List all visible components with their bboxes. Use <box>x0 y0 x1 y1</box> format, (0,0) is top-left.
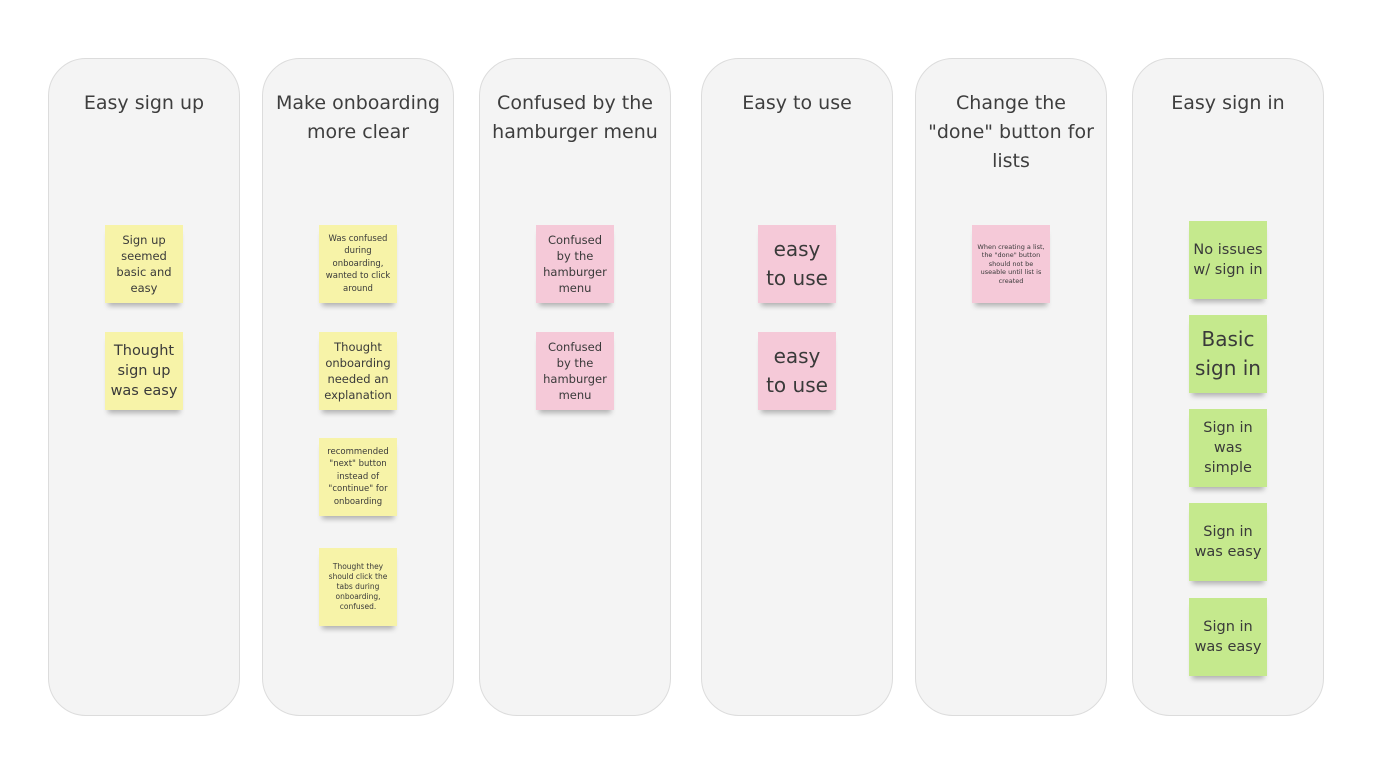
sticky-note[interactable]: No issues w/ sign in <box>1189 221 1267 299</box>
sticky-note[interactable]: Sign in was easy <box>1189 503 1267 581</box>
sticky-note[interactable]: Confused by the hamburger menu <box>536 225 614 303</box>
sticky-note[interactable]: Sign in was simple <box>1189 409 1267 487</box>
sticky-note-text: No issues w/ sign in <box>1193 242 1263 278</box>
sticky-note-text: easy to use <box>766 344 828 397</box>
column-title: Make onboarding more clear <box>275 92 440 143</box>
sticky-note-text: easy to use <box>766 237 828 290</box>
sticky-note[interactable]: Was confused during onboarding, wanted t… <box>319 225 397 303</box>
column-confused-by-hamburger-menu[interactable]: Confused by the hamburger menu Confused … <box>479 58 671 716</box>
sticky-note[interactable]: easy to use <box>758 332 836 410</box>
sticky-note[interactable]: When creating a list, the "done" button … <box>972 225 1050 303</box>
sticky-note-text: Sign in was easy <box>1194 619 1262 655</box>
sticky-note[interactable]: Thought sign up was easy <box>105 332 183 410</box>
sticky-note-text: Basic sign in <box>1195 327 1261 380</box>
sticky-note[interactable]: Thought onboarding needed an explanation <box>319 332 397 410</box>
sticky-note-text: Thought onboarding needed an explanation <box>324 340 392 402</box>
sticky-note-text: Sign in was easy <box>1194 524 1262 560</box>
affinity-board: Easy sign up Sign up seemed basic and ea… <box>0 0 1381 772</box>
sticky-note[interactable]: Thought they should click the tabs durin… <box>319 548 397 626</box>
sticky-note[interactable]: easy to use <box>758 225 836 303</box>
sticky-note-text: Was confused during onboarding, wanted t… <box>325 233 391 294</box>
sticky-note[interactable]: Sign up seemed basic and easy <box>105 225 183 303</box>
sticky-note-text: When creating a list, the "done" button … <box>977 242 1045 285</box>
sticky-note-text: Thought sign up was easy <box>110 343 178 399</box>
column-make-onboarding-more-clear[interactable]: Make onboarding more clear Was confused … <box>262 58 454 716</box>
sticky-note-text: Sign up seemed basic and easy <box>116 233 172 295</box>
sticky-note-text: Sign in was simple <box>1203 420 1253 476</box>
column-title: Confused by the hamburger menu <box>492 92 658 143</box>
column-easy-to-use[interactable]: Easy to use easy to use easy to use <box>701 58 893 716</box>
sticky-note[interactable]: Sign in was easy <box>1189 598 1267 676</box>
sticky-note-text: recommended "next" button instead of "co… <box>327 446 389 507</box>
sticky-note-text: Thought they should click the tabs durin… <box>328 562 388 611</box>
sticky-note[interactable]: Confused by the hamburger menu <box>536 332 614 410</box>
column-easy-sign-in[interactable]: Easy sign in No issues w/ sign in Basic … <box>1132 58 1324 716</box>
column-title: Easy sign in <box>1171 92 1285 114</box>
sticky-note-text: Confused by the hamburger menu <box>543 233 607 295</box>
column-title: Easy to use <box>742 92 852 114</box>
column-change-done-button[interactable]: Change the "done" button for lists When … <box>915 58 1107 716</box>
sticky-note[interactable]: recommended "next" button instead of "co… <box>319 438 397 516</box>
sticky-note-text: Confused by the hamburger menu <box>543 340 607 402</box>
column-title: Easy sign up <box>83 92 205 114</box>
column-title: Change the "done" button for lists <box>928 92 1094 172</box>
column-easy-sign-up[interactable]: Easy sign up Sign up seemed basic and ea… <box>48 58 240 716</box>
sticky-note[interactable]: Basic sign in <box>1189 315 1267 393</box>
